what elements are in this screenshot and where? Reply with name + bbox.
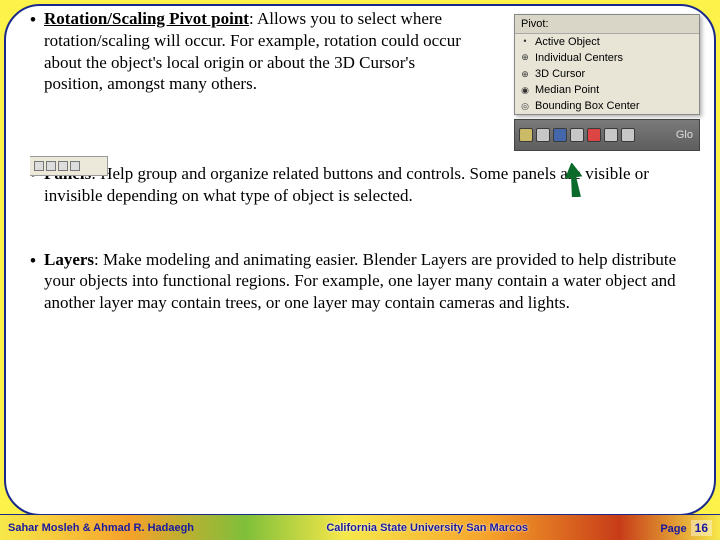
pivot-menu-item-label: Individual Centers [535,51,623,65]
centers-icon: ⊕ [519,52,531,64]
toolbar-button[interactable] [587,128,601,142]
pivot-menu-item-label: Active Object [535,35,600,49]
pivot-menu-item-individual-centers[interactable]: ⊕ Individual Centers [515,50,699,66]
bullet-panels: • Panels: Help group and organize relate… [30,163,700,207]
pivot-menu-item-bounding-box[interactable]: ◎ Bounding Box Center [515,98,699,114]
bullet-term: Layers [44,250,94,269]
annotation-arrow [562,163,586,197]
pivot-dropdown-menu: Pivot: • Active Object ⊕ Individual Cent… [514,14,700,115]
bullet-marker: • [30,249,44,314]
page-label: Page [660,523,686,535]
bullet-body: : Make modeling and animating easier. Bl… [44,250,676,313]
median-icon: ◉ [519,84,531,96]
pivot-menu-item-active-object[interactable]: • Active Object [515,34,699,50]
layer-button[interactable] [34,161,44,171]
toolbar-text: Glo [676,128,695,142]
slide-content: • Rotation/Scaling Pivot point: Allows y… [30,8,700,500]
toolbar-button[interactable] [604,128,618,142]
footer-university: California State University San Marcos [194,522,660,534]
bullet-text: Layers: Make modeling and animating easi… [44,249,700,314]
toolbar-button[interactable] [536,128,550,142]
toolbar-button[interactable] [519,128,533,142]
pivot-menu-header: Pivot: [515,15,699,34]
pivot-menu-item-label: 3D Cursor [535,67,585,81]
layers-strip [30,156,108,176]
layer-button[interactable] [70,161,80,171]
dot-icon: • [519,36,531,48]
bullet-text: Panels: Help group and organize related … [44,163,700,207]
pivot-toolbar: Glo [514,119,700,151]
toolbar-button[interactable] [570,128,584,142]
pivot-menu-item-3d-cursor[interactable]: ⊕ 3D Cursor [515,66,699,82]
bullet-body: : Help group and organize related button… [44,164,649,205]
slide-footer: Sahar Mosleh & Ahmad R. Hadaegh Californ… [0,514,720,540]
toolbar-button[interactable] [621,128,635,142]
bbox-icon: ◎ [519,100,531,112]
page-number: 16 [691,520,712,536]
bullet-marker: • [30,8,44,95]
toolbar-button[interactable] [553,128,567,142]
bullet-text: Rotation/Scaling Pivot point: Allows you… [44,8,464,95]
pivot-menu-item-label: Median Point [535,83,599,97]
footer-authors: Sahar Mosleh & Ahmad R. Hadaegh [8,522,194,534]
pivot-menu-item-label: Bounding Box Center [535,99,640,113]
bullet-term: Rotation/Scaling Pivot point [44,9,249,28]
pivot-menu-item-median-point[interactable]: ◉ Median Point [515,82,699,98]
layer-button[interactable] [58,161,68,171]
footer-page: Page 16 [660,520,712,536]
pivot-screenshot: Pivot: • Active Object ⊕ Individual Cent… [514,14,700,151]
cursor-icon: ⊕ [519,68,531,80]
bullet-layers: • Layers: Make modeling and animating ea… [30,249,700,314]
layer-button[interactable] [46,161,56,171]
